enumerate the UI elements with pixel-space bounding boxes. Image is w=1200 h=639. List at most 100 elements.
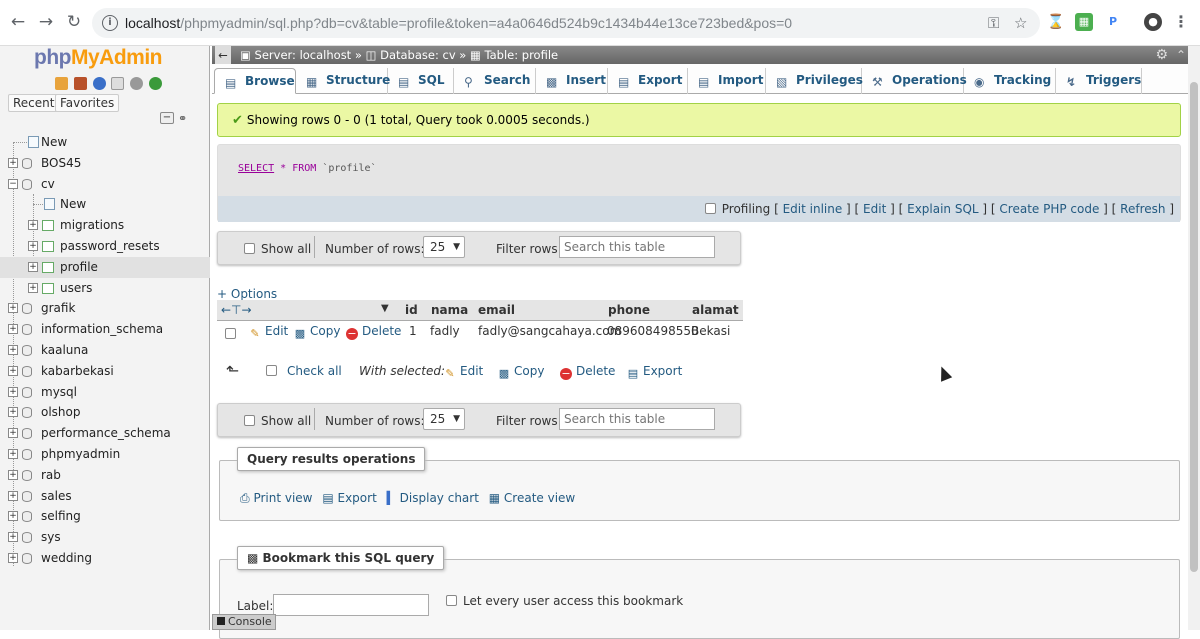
explain-sql-link[interactable]: Explain SQL (907, 202, 979, 216)
every-user-checkbox[interactable] (446, 595, 457, 606)
scrollbar-thumb[interactable] (1190, 82, 1198, 572)
column-header[interactable]: nama (431, 303, 468, 317)
cell-id[interactable]: 1 (409, 324, 417, 338)
tree-item-table[interactable]: + migrations (0, 215, 210, 236)
tree-item-table-new[interactable]: New (0, 194, 210, 215)
expand-icon[interactable]: + (8, 469, 18, 480)
column-header[interactable]: phone (608, 303, 650, 317)
tab-triggers[interactable]: ↯ Triggers (1056, 68, 1142, 94)
chevron-up-icon[interactable]: ⌃ (1176, 46, 1186, 64)
expand-icon[interactable]: + (28, 261, 38, 272)
collapse-icon[interactable]: − (8, 178, 18, 189)
reload-nav-icon[interactable] (149, 77, 163, 90)
tree-item-db[interactable]: + information_schema (0, 319, 210, 340)
tab-browse[interactable]: ▤ Browse (214, 68, 296, 94)
tree-item-db[interactable]: + BOS45 (0, 153, 210, 174)
row-checkbox[interactable] (225, 328, 236, 339)
collapse-all-icon[interactable]: − (160, 112, 174, 124)
column-resize-icon[interactable]: ←⊤→ (221, 303, 252, 317)
tab-sql[interactable]: ▤ SQL (388, 68, 454, 94)
tree-item-new[interactable]: New (0, 132, 210, 153)
profile-avatar[interactable]: ● (1144, 13, 1162, 31)
tab-privileges[interactable]: ▧ Privileges (766, 68, 863, 94)
print-view-link[interactable]: ⎙ Print view (240, 491, 313, 505)
extension-p-icon[interactable]: P (1104, 13, 1122, 31)
extension-icon[interactable]: ⌛ (1047, 13, 1065, 31)
tree-item-db[interactable]: + wedding (0, 548, 210, 569)
expand-icon[interactable]: + (8, 490, 18, 501)
address-bar[interactable]: i localhost/phpmyadmin/sql.php?db=cv&tab… (92, 8, 1040, 38)
export-link[interactable]: ▤ Export (322, 491, 376, 505)
tab-search[interactable]: ⚲ Search (454, 68, 536, 94)
row-copy-button[interactable]: ▩ Copy (294, 324, 341, 340)
phpmyadmin-logo[interactable]: phpMyAdmin (34, 46, 162, 70)
bulk-edit-button[interactable]: ✎ Edit (444, 364, 483, 380)
extension-grid-icon[interactable]: ▦ (1075, 13, 1093, 31)
every-user-toggle[interactable]: Let every user access this bookmark (446, 594, 683, 608)
bulk-copy-button[interactable]: ▩ Copy (498, 364, 545, 380)
tab-operations[interactable]: ⚒ Operations (862, 68, 967, 94)
breadcrumb-table[interactable]: Table: profile (485, 48, 559, 62)
tree-item-db[interactable]: + phpmyadmin (0, 444, 210, 465)
tree-item-table[interactable]: + password_resets (0, 236, 210, 257)
home-icon[interactable] (55, 77, 68, 90)
show-all-checkbox[interactable] (244, 243, 255, 254)
filter-input[interactable]: Search this table (559, 236, 715, 258)
expand-icon[interactable]: + (8, 386, 18, 397)
recent-tab[interactable]: Recent (8, 94, 60, 112)
tree-item-db[interactable]: + rab (0, 465, 210, 486)
expand-icon[interactable]: + (8, 552, 18, 563)
filter-input[interactable]: Search this table (559, 408, 715, 430)
tab-structure[interactable]: ▦ Structure (296, 68, 390, 94)
expand-icon[interactable]: + (28, 240, 38, 251)
key-icon[interactable]: ⚿ (988, 14, 999, 32)
bulk-delete-button[interactable]: − Delete (560, 364, 615, 380)
expand-icon[interactable]: + (8, 407, 18, 418)
expand-icon[interactable]: + (8, 448, 18, 459)
rows-select[interactable]: 25 ▼ (423, 408, 465, 430)
tree-item-db[interactable]: + sales (0, 486, 210, 507)
forward-icon[interactable]: → (34, 10, 58, 34)
console-button[interactable]: Console (212, 614, 276, 630)
info-icon[interactable]: i (102, 15, 118, 31)
tab-export[interactable]: ▤ Export (608, 68, 688, 94)
tree-item-db-cv[interactable]: − cv (0, 174, 210, 195)
tree-item-db[interactable]: + sys (0, 527, 210, 548)
tree-item-table[interactable]: + users (0, 278, 210, 299)
profiling-checkbox[interactable] (704, 203, 716, 214)
tree-item-db[interactable]: + kaaluna (0, 340, 210, 361)
tree-item-db[interactable]: + performance_schema (0, 423, 210, 444)
expand-icon[interactable]: + (8, 157, 18, 168)
show-all-toggle[interactable]: Show all (244, 414, 311, 428)
options-toggle[interactable]: + Options (217, 287, 277, 301)
back-icon[interactable]: ← (6, 10, 30, 34)
link-icon[interactable]: ⚭ (178, 112, 187, 125)
column-header[interactable]: alamat (692, 303, 739, 317)
page-scrollbar[interactable] (1188, 46, 1200, 630)
url-text[interactable]: localhost/phpmyadmin/sql.php?db=cv&table… (125, 15, 792, 31)
display-chart-link[interactable]: ▍ Display chart (387, 491, 479, 505)
refresh-link[interactable]: Refresh (1120, 202, 1165, 216)
row-edit-button[interactable]: ✎ Edit (249, 324, 288, 340)
menu-icon[interactable]: ⋮ (1172, 13, 1190, 31)
expand-icon[interactable]: + (8, 324, 18, 335)
expand-icon[interactable]: + (8, 511, 18, 522)
tree-item-db[interactable]: + olshop (0, 402, 210, 423)
check-all-toggle[interactable]: Check all (266, 364, 342, 378)
column-header[interactable]: id (405, 303, 418, 317)
sort-dropdown-icon[interactable]: ▼ (381, 303, 389, 314)
tree-item-db[interactable]: + selfing (0, 506, 210, 527)
collapse-sidebar-icon[interactable]: ← (215, 46, 231, 64)
star-icon[interactable]: ☆ (1014, 14, 1027, 32)
rows-select[interactable]: 25 ▼ (423, 236, 465, 258)
logout-icon[interactable] (73, 77, 87, 90)
expand-icon[interactable]: + (8, 365, 18, 376)
favorites-tab[interactable]: Favorites (55, 94, 120, 112)
expand-icon[interactable]: + (8, 532, 18, 543)
cell-email[interactable]: fadly@sangcahaya.com (478, 324, 621, 338)
expand-icon[interactable]: + (28, 220, 38, 231)
expand-icon[interactable]: + (8, 428, 18, 439)
gear-icon[interactable]: ⚙ (1155, 46, 1168, 64)
expand-icon[interactable]: + (8, 344, 18, 355)
tree-item-db[interactable]: + kabarbekasi (0, 361, 210, 382)
